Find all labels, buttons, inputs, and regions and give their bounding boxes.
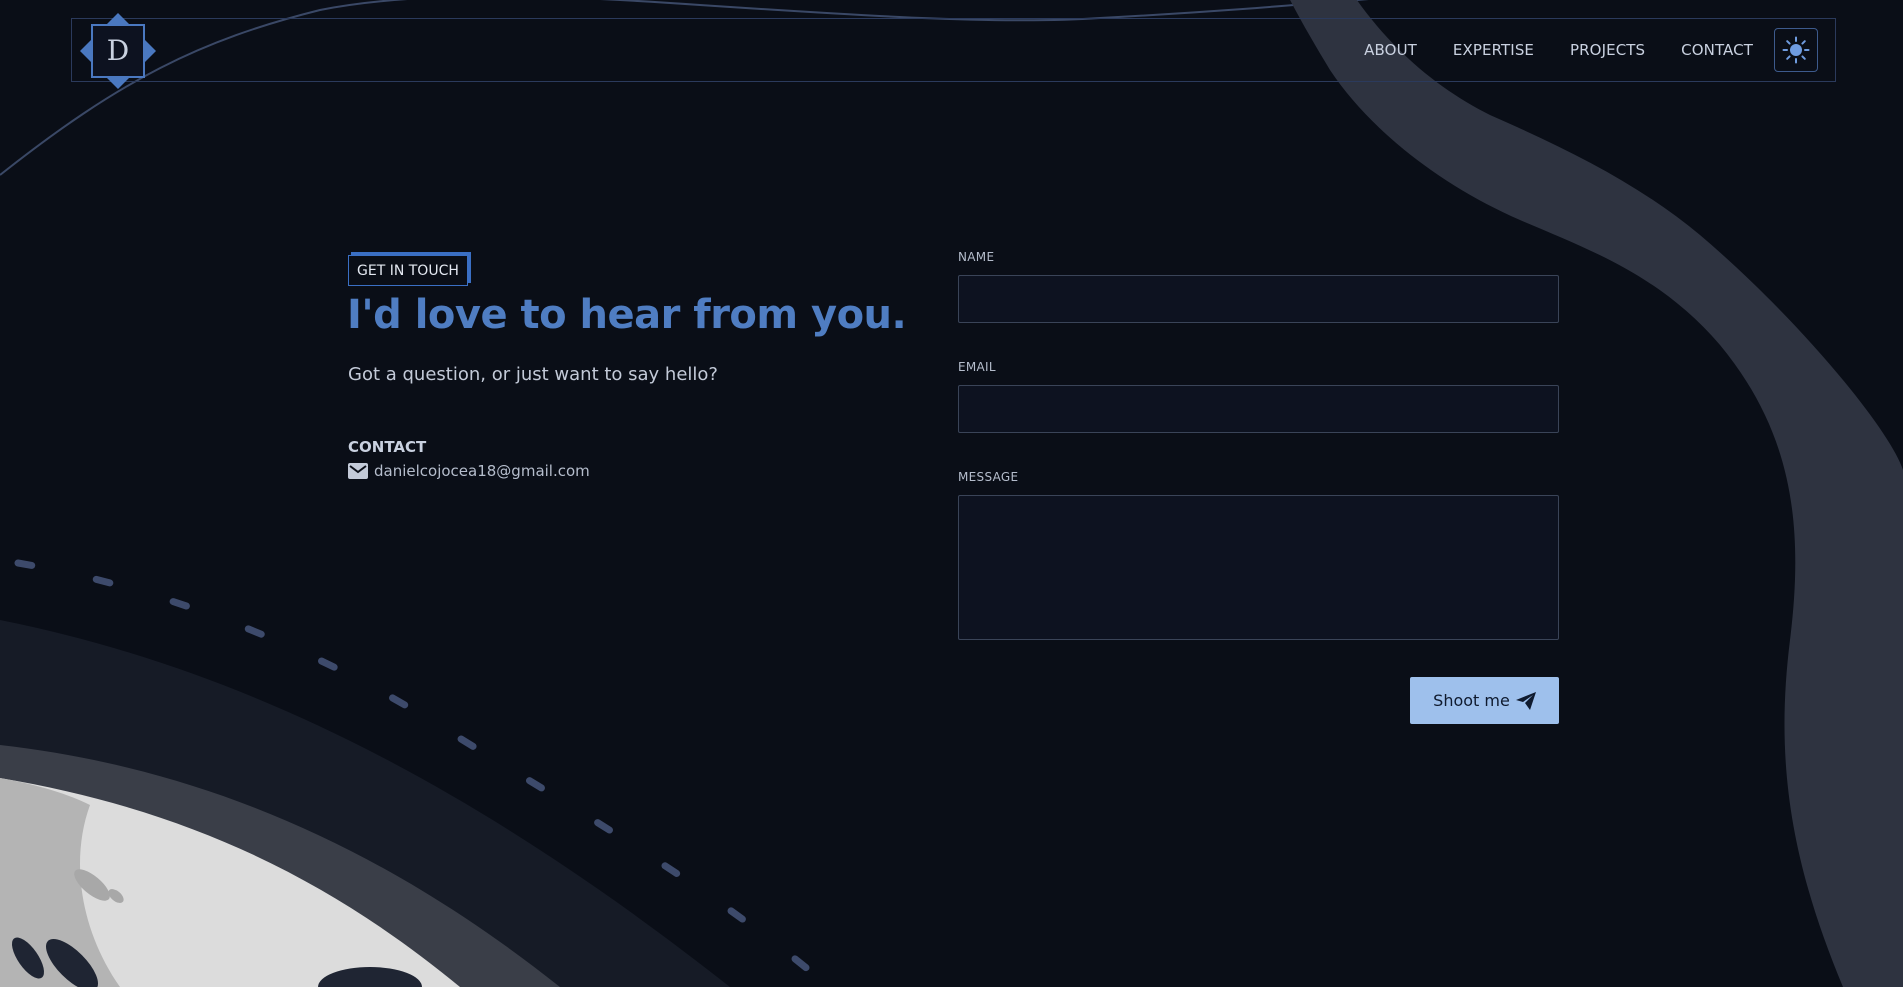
- logo[interactable]: D: [78, 11, 158, 91]
- logo-letter: D: [106, 34, 130, 67]
- message-field-group: MESSAGE: [958, 470, 1559, 640]
- email-input[interactable]: [958, 385, 1559, 433]
- nav-link-about[interactable]: ABOUT: [1364, 41, 1417, 59]
- message-textarea[interactable]: [958, 495, 1559, 640]
- nav-link-expertise[interactable]: EXPERTISE: [1453, 41, 1534, 59]
- site-header: D ABOUT EXPERTISE PROJECTS CONTACT: [71, 13, 1836, 89]
- name-label: NAME: [958, 250, 995, 264]
- page-title: I'd love to hear from you.: [347, 292, 907, 338]
- contact-page: D ABOUT EXPERTISE PROJECTS CONTACT GET I…: [0, 0, 1903, 987]
- nav-link-projects[interactable]: PROJECTS: [1570, 41, 1645, 59]
- nav-link-contact[interactable]: CONTACT: [1681, 41, 1753, 59]
- email-field-group: EMAIL: [958, 360, 1559, 433]
- theme-toggle-button[interactable]: [1774, 28, 1818, 72]
- contact-heading: CONTACT: [348, 438, 427, 456]
- email-label: EMAIL: [958, 360, 996, 374]
- mail-icon: [348, 463, 368, 479]
- paper-plane-icon: [1515, 691, 1536, 710]
- page-subtitle: Got a question, or just want to say hell…: [348, 364, 718, 385]
- submit-button[interactable]: Shoot me: [1410, 677, 1559, 724]
- submit-button-label: Shoot me: [1433, 691, 1510, 710]
- name-input[interactable]: [958, 275, 1559, 323]
- contact-email-text: danielcojocea18@gmail.com: [374, 462, 590, 480]
- background-illustration: [0, 0, 1903, 987]
- main-nav: ABOUT EXPERTISE PROJECTS CONTACT: [1364, 19, 1753, 81]
- message-label: MESSAGE: [958, 470, 1019, 484]
- sun-icon: [1782, 36, 1810, 64]
- section-tag: GET IN TOUCH: [348, 255, 468, 286]
- name-field-group: NAME: [958, 250, 1559, 323]
- contact-email-link[interactable]: danielcojocea18@gmail.com: [348, 462, 590, 480]
